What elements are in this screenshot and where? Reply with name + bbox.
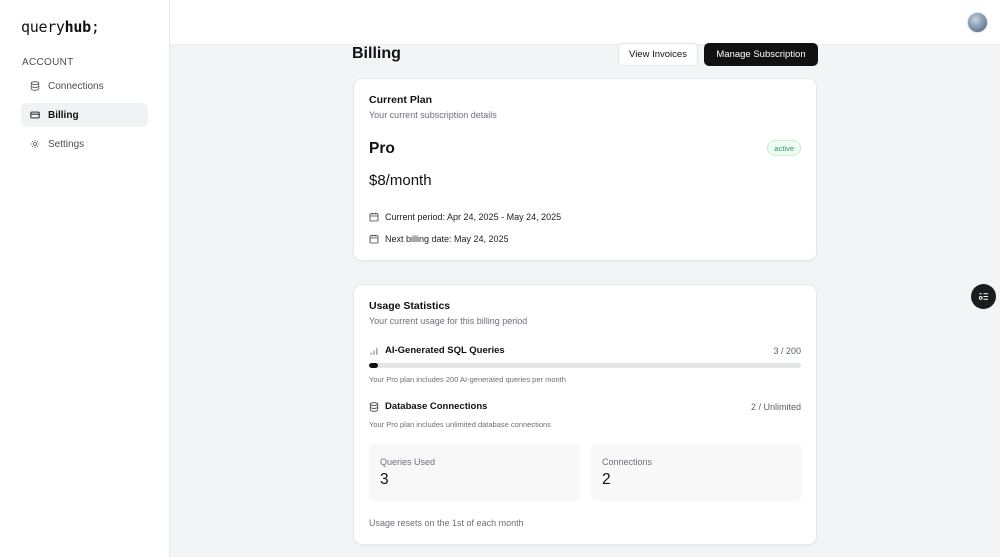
queries-progress-fill xyxy=(369,363,378,368)
user-avatar[interactable] xyxy=(967,12,988,33)
logo-bold: hub xyxy=(64,18,92,36)
connections-note: Your Pro plan includes unlimited databas… xyxy=(369,420,551,429)
sidebar-item-settings[interactable]: Settings xyxy=(21,132,148,156)
logo-suffix: ; xyxy=(90,18,100,36)
sidebar-item-label: Connections xyxy=(48,80,104,92)
manage-subscription-button[interactable]: Manage Subscription xyxy=(704,43,818,66)
current-plan-card: Current Plan Your current subscription d… xyxy=(353,78,817,261)
next-billing-text: Next billing date: May 24, 2025 xyxy=(385,234,509,244)
list-settings-icon xyxy=(978,293,989,300)
database-icon xyxy=(369,401,379,412)
queries-progress-bar xyxy=(369,363,801,368)
sidebar-item-billing[interactable]: Billing xyxy=(21,103,148,127)
bar-chart-icon xyxy=(369,346,379,356)
floating-action-button[interactable] xyxy=(971,284,996,309)
queries-used-stat: Queries Used 3 xyxy=(369,444,580,501)
current-period-row: Current period: Apr 24, 2025 - May 24, 2… xyxy=(369,212,561,222)
connections-metric-label: Database Connections xyxy=(385,401,488,412)
status-badge: active xyxy=(767,140,801,156)
queries-metric-header: AI-Generated SQL Queries 3 / 200 xyxy=(369,345,801,356)
queries-metric-label-group: AI-Generated SQL Queries xyxy=(369,345,505,356)
card-title: Current Plan xyxy=(369,94,433,106)
sidebar-nav: Connections Billing Settings xyxy=(21,74,148,161)
queries-metric-label: AI-Generated SQL Queries xyxy=(385,345,505,356)
app-logo[interactable]: queryhub; xyxy=(21,18,100,36)
usage-statistics-card: Usage Statistics Your current usage for … xyxy=(353,284,817,545)
calendar-icon xyxy=(369,234,379,244)
sidebar-item-connections[interactable]: Connections xyxy=(21,74,148,98)
database-icon xyxy=(30,81,40,91)
card-subtitle: Your current subscription details xyxy=(369,110,497,120)
sidebar-item-label: Billing xyxy=(48,109,79,121)
credit-card-icon xyxy=(30,110,40,120)
usage-reset-note: Usage resets on the 1st of each month xyxy=(369,518,524,528)
connections-metric-value: 2 / Unlimited xyxy=(750,401,801,412)
stat-value: 2 xyxy=(602,471,611,488)
page-title: Billing xyxy=(352,45,401,62)
sidebar: queryhub; ACCOUNT Connections Billing Se… xyxy=(0,0,170,557)
card-title: Usage Statistics xyxy=(369,300,451,312)
top-bar xyxy=(170,0,1000,45)
connections-stat: Connections 2 xyxy=(591,444,802,501)
sidebar-item-label: Settings xyxy=(48,138,85,150)
connections-metric-label-group: Database Connections xyxy=(369,401,487,412)
next-billing-row: Next billing date: May 24, 2025 xyxy=(369,234,509,244)
stat-label: Connections xyxy=(602,457,653,467)
gear-icon xyxy=(30,139,40,149)
plan-price: $8/month xyxy=(369,172,432,189)
card-subtitle: Your current usage for this billing peri… xyxy=(369,316,528,326)
stat-value: 3 xyxy=(380,471,389,488)
calendar-icon xyxy=(369,212,379,222)
queries-metric-value: 3 / 200 xyxy=(773,345,801,356)
current-period-text: Current period: Apr 24, 2025 - May 24, 2… xyxy=(385,212,562,222)
view-invoices-button[interactable]: View Invoices xyxy=(618,43,698,66)
queries-note: Your Pro plan includes 200 AI-generated … xyxy=(369,375,566,384)
stat-label: Queries Used xyxy=(380,457,436,467)
connections-metric-header: Database Connections 2 / Unlimited xyxy=(369,401,801,412)
plan-name: Pro xyxy=(369,140,395,157)
sidebar-section-label: ACCOUNT xyxy=(22,57,74,68)
logo-prefix: query xyxy=(21,18,65,36)
